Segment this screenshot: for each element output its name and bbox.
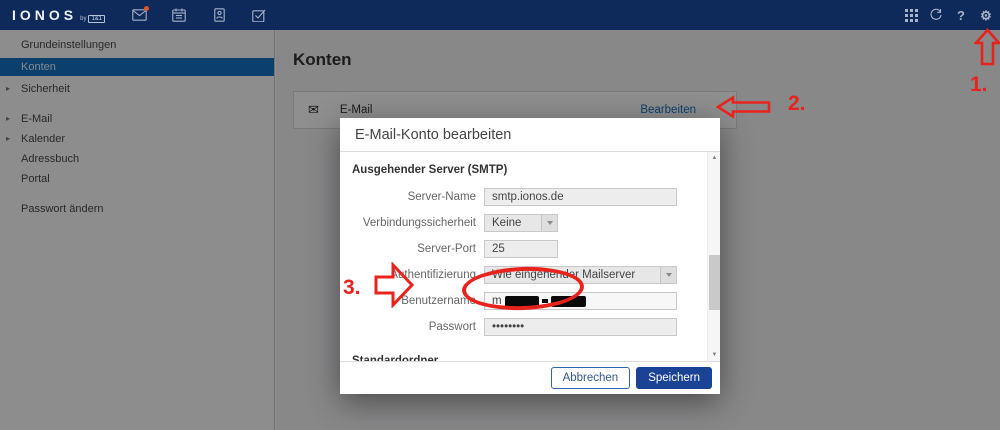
contacts-icon[interactable] — [211, 7, 227, 23]
logo-by-text: by — [80, 16, 87, 22]
cancel-button[interactable]: Abbrechen — [550, 367, 631, 389]
help-icon[interactable]: ? — [953, 7, 969, 23]
scroll-down-icon[interactable]: ▼ — [708, 352, 720, 358]
authentication-label: Authentifizierung — [390, 269, 476, 281]
mail-notification-dot — [144, 6, 150, 11]
annotation-step-3: 3. — [343, 276, 361, 299]
dialog-footer: Abbrechen Speichern — [340, 361, 720, 394]
server-name-value: smtp.ionos.de — [492, 191, 564, 203]
edit-email-account-dialog: E-Mail-Konto bearbeiten Ausgehender Serv… — [340, 118, 720, 394]
server-name-row: Server-Name smtp.ionos.de — [352, 188, 702, 206]
server-port-label: Server-Port — [417, 243, 476, 255]
connection-security-row: Verbindungssicherheit Keine — [352, 214, 702, 232]
annotation-arrow-right-to-username — [374, 262, 414, 308]
password-row: Passwort •••••••• — [352, 318, 702, 336]
default-folders-section-heading: Standardordner — [352, 355, 439, 361]
connection-security-value: Keine — [492, 217, 522, 229]
top-navigation-bar: IONOS by 1&1 ? ⚙ — [0, 0, 1000, 30]
calendar-icon[interactable] — [171, 7, 187, 23]
logo-1und1-badge: 1&1 — [88, 15, 106, 23]
scrollbar-thumb[interactable] — [709, 255, 720, 310]
annotation-step-2: 2. — [788, 92, 806, 115]
annotation-step-1: 1. — [970, 73, 988, 96]
gear-glyph: ⚙ — [980, 7, 992, 23]
chevron-down-icon — [541, 215, 557, 231]
server-port-value: 25 — [492, 243, 505, 255]
header-action-icons: ? ⚙ — [903, 0, 994, 30]
server-port-row: Server-Port 25 — [352, 240, 702, 258]
password-input[interactable]: •••••••• — [484, 318, 677, 336]
server-name-input[interactable]: smtp.ionos.de — [484, 188, 677, 206]
dialog-scroll-area: Ausgehender Server (SMTP) Server-Name sm… — [340, 152, 720, 361]
annotation-arrow-up-to-gear — [974, 28, 1000, 66]
logo-text: IONOS — [12, 7, 78, 23]
app-window: IONOS by 1&1 ? ⚙ Grundeinstellungen Kont… — [0, 0, 1000, 430]
connection-security-label: Verbindungssicherheit — [362, 217, 476, 229]
smtp-section-heading: Ausgehender Server (SMTP) — [352, 164, 508, 176]
server-name-label: Server-Name — [407, 191, 476, 203]
username-label: Benutzername — [401, 295, 476, 307]
save-button[interactable]: Speichern — [636, 367, 712, 389]
password-label: Passwort — [428, 321, 476, 333]
ionos-logo: IONOS by 1&1 — [12, 7, 106, 23]
connection-security-select[interactable]: Keine — [484, 214, 558, 232]
annotation-arrow-left-to-bearbeiten — [716, 95, 771, 119]
server-port-input[interactable]: 25 — [484, 240, 558, 258]
scroll-up-icon[interactable]: ▲ — [708, 155, 720, 161]
apps-grid-icon[interactable] — [903, 7, 919, 23]
password-masked-value: •••••••• — [492, 321, 525, 333]
settings-gear-icon[interactable]: ⚙ — [978, 7, 994, 23]
refresh-icon[interactable] — [928, 7, 944, 23]
chevron-down-icon — [660, 267, 676, 283]
help-glyph: ? — [957, 7, 965, 23]
mail-icon[interactable] — [131, 6, 150, 23]
app-switcher-icons — [131, 6, 267, 23]
dialog-scrollbar[interactable]: ▲ ▼ — [707, 152, 720, 361]
tasks-icon[interactable] — [251, 7, 267, 23]
dialog-title: E-Mail-Konto bearbeiten — [340, 118, 720, 152]
